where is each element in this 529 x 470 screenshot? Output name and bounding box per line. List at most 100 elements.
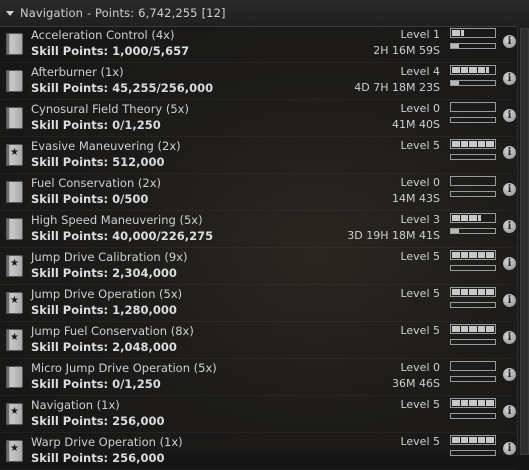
level-segment [486, 289, 494, 295]
level-segment [452, 252, 460, 258]
level-segment [486, 363, 494, 369]
level-segment [469, 289, 477, 295]
level-segment [469, 178, 477, 184]
level-segment [469, 141, 477, 147]
training-progress-fill [451, 44, 459, 48]
level-segment [486, 104, 494, 110]
skill-points-label: Skill Points: [31, 303, 109, 317]
level-segment [478, 178, 486, 184]
skill-row[interactable]: Evasive Maneuvering (2x) Skill Points:512… [0, 137, 516, 174]
skill-level: Level 0 [400, 102, 440, 115]
star-book-icon [6, 255, 23, 277]
info-icon[interactable]: i [503, 146, 516, 159]
level-segment [452, 215, 460, 221]
skill-level: Level 5 [400, 139, 440, 152]
info-icon[interactable]: i [503, 109, 516, 122]
star-book-icon [6, 403, 23, 425]
level-bar [450, 250, 496, 260]
skill-points-label: Skill Points: [31, 266, 109, 280]
training-time: 41M 40S [392, 118, 440, 131]
skill-name: Navigation (1x) [31, 398, 120, 412]
skill-name: Afterburner (1x) [31, 65, 124, 79]
level-segment [477, 289, 486, 295]
level-bar [450, 102, 496, 112]
info-icon[interactable]: i [503, 220, 516, 233]
level-bar [450, 139, 496, 149]
training-progress-fill [451, 229, 459, 233]
skill-row[interactable]: Jump Drive Operation (5x) Skill Points:1,… [0, 285, 516, 322]
skill-list: Acceleration Control (4x) Skill Points: 1,… [0, 26, 516, 470]
level-segment [460, 215, 469, 221]
level-bar [450, 361, 496, 371]
info-icon[interactable]: i [503, 331, 516, 344]
skill-points-value: 45,255/256,000 [112, 81, 214, 95]
skill-points-value: 0/1,250 [112, 118, 161, 132]
book-icon [6, 70, 23, 92]
skill-level: Level 5 [400, 435, 440, 448]
info-icon[interactable]: i [503, 294, 516, 307]
skill-level: Level 0 [400, 361, 440, 374]
level-segment [461, 178, 469, 184]
level-bar [450, 65, 496, 75]
info-icon[interactable]: i [503, 405, 516, 418]
scrollbar[interactable] [517, 26, 529, 455]
skill-row[interactable]: Jump Drive Calibration (9x) Skill Points:… [0, 248, 516, 285]
training-time: 36M 46S [392, 377, 440, 390]
skill-row[interactable]: Jump Fuel Conservation (8x) Skill Points:… [0, 322, 516, 359]
training-progress-fill [451, 451, 495, 455]
info-icon[interactable]: i [503, 442, 516, 455]
level-segment [477, 215, 486, 221]
level-segment [452, 437, 460, 443]
skill-level: Level 5 [400, 324, 440, 337]
skill-points: Skill Points: 0/1,250 [31, 118, 161, 132]
group-title: Navigation - Points: 6,742,255 [12] [20, 6, 230, 20]
group-header[interactable]: Navigation - Points: 6,742,255 [12] [0, 0, 529, 27]
skill-row[interactable]: Fuel Conservation (2x) Skill Points: 0/500… [0, 174, 516, 211]
training-progress-bar [450, 80, 496, 86]
level-segment [486, 141, 494, 147]
skill-points: Skill Points: 512,000 [31, 155, 165, 169]
skill-name: Jump Drive Operation (5x) [31, 287, 183, 301]
skill-points-value: 256,000 [112, 414, 165, 428]
level-segment [469, 400, 477, 406]
skill-row[interactable]: Navigation (1x) Skill Points:256,000 Level… [0, 396, 516, 433]
level-segment [461, 104, 469, 110]
level-segment [486, 326, 494, 332]
level-segment [469, 67, 477, 73]
level-segment [460, 252, 469, 258]
info-icon[interactable]: i [503, 72, 516, 85]
training-progress-bar [450, 376, 496, 382]
skill-points-value: 2,304,000 [112, 266, 177, 280]
level-segment [452, 104, 460, 110]
skill-row[interactable]: Warp Drive Operation (1x) Skill Points:25… [0, 433, 516, 470]
info-icon[interactable]: i [503, 35, 516, 48]
training-progress-bar [450, 228, 496, 234]
level-segment [486, 215, 494, 221]
skill-row[interactable]: Afterburner (1x) Skill Points: 45,255/256,… [0, 63, 516, 100]
level-segment [477, 141, 486, 147]
skill-row[interactable]: Cynosural Field Theory (5x) Skill Points:… [0, 100, 516, 137]
collapse-arrow-icon[interactable] [6, 10, 14, 16]
level-segment [477, 67, 486, 73]
skill-points: Skill Points: 2,048,000 [31, 340, 177, 354]
info-icon[interactable]: i [503, 257, 516, 270]
skill-points-value: 2,048,000 [112, 340, 177, 354]
skill-row[interactable]: Acceleration Control (4x) Skill Points: 1,… [0, 26, 516, 63]
info-icon[interactable]: i [503, 183, 516, 196]
level-segment [477, 326, 486, 332]
training-progress-bar [450, 191, 496, 197]
level-segment [452, 141, 460, 147]
info-icon[interactable]: i [503, 368, 516, 381]
training-time: 4D 7H 18M 23S [354, 81, 440, 94]
star-book-icon [6, 329, 23, 351]
training-progress-bar [450, 154, 496, 160]
scrollbar-thumb[interactable] [520, 28, 529, 455]
skill-row[interactable]: Micro Jump Drive Operation (5x) Skill Poi… [0, 359, 516, 396]
level-segment [486, 400, 494, 406]
level-segment [469, 215, 477, 221]
skill-row[interactable]: High Speed Maneuvering (5x) Skill Points:… [0, 211, 516, 248]
level-segment [469, 252, 477, 258]
skill-name: Acceleration Control (4x) [31, 28, 175, 42]
skill-points: Skill Points: 45,255/256,000 [31, 81, 213, 95]
level-segment [477, 437, 486, 443]
